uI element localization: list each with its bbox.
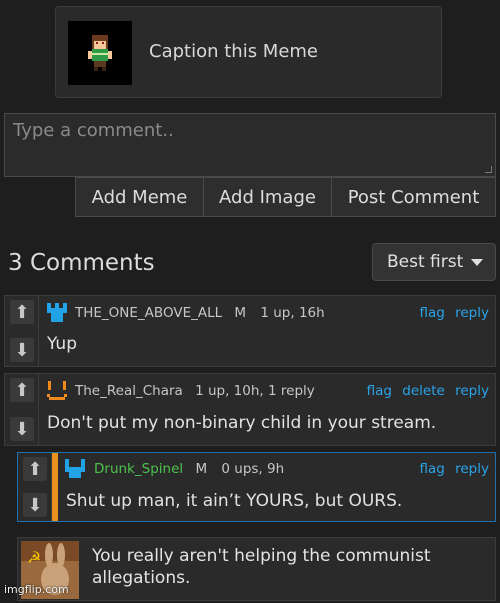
comment-meta: Drunk_Spinel M 0 ups, 9h bbox=[94, 461, 284, 477]
reply-link[interactable]: reply bbox=[455, 305, 489, 321]
delete-link[interactable]: delete bbox=[402, 383, 445, 399]
vote-controls: ⬆ ⬇ bbox=[18, 453, 52, 521]
comment-meta: The_Real_Chara 1 up, 10h, 1 reply bbox=[75, 383, 315, 399]
comment-username[interactable]: THE_ONE_ABOVE_ALL bbox=[75, 305, 222, 321]
comment-actions: flag delete reply bbox=[361, 383, 489, 399]
comment-stats: 1 up, 16h bbox=[260, 305, 325, 321]
comments-count-title: 3 Comments bbox=[8, 250, 155, 276]
chevron-down-icon bbox=[471, 258, 484, 266]
image-comment-line: You really aren't helping the communist bbox=[92, 546, 431, 566]
upvote-arrow-icon[interactable]: ⬆ bbox=[10, 378, 34, 402]
flag-link[interactable]: flag bbox=[419, 305, 444, 321]
comment-username[interactable]: The_Real_Chara bbox=[75, 383, 183, 399]
comment-input[interactable]: Type a comment.. bbox=[4, 113, 496, 177]
comment-stats: 0 ups, 9h bbox=[221, 461, 285, 477]
image-comment-text: You really aren't helping the communist … bbox=[92, 545, 431, 589]
comment-item: ⬆ ⬇ THE_ONE_ABOVE_ALL M 1 up, 16h flag r… bbox=[4, 295, 496, 367]
mod-badge: M bbox=[234, 305, 247, 321]
comment-stats: 1 up, 10h, 1 reply bbox=[195, 383, 315, 399]
reply-comment-item: ⬆ ⬇ Drunk_Spinel M 0 ups, 9h flag reply … bbox=[17, 452, 496, 522]
svg-text:☭: ☭ bbox=[27, 548, 41, 567]
reply-link[interactable]: reply bbox=[455, 461, 489, 477]
comment-actions: flag reply bbox=[413, 461, 489, 477]
flag-link[interactable]: flag bbox=[367, 383, 392, 399]
comment-action-buttons: Add Meme Add Image Post Comment bbox=[75, 177, 496, 217]
flag-link[interactable]: flag bbox=[419, 461, 444, 477]
caption-meme-card[interactable]: Caption this Meme bbox=[55, 6, 442, 98]
upvote-arrow-icon[interactable]: ⬆ bbox=[23, 457, 47, 481]
comment-actions: flag reply bbox=[413, 305, 489, 321]
downvote-arrow-icon[interactable]: ⬇ bbox=[10, 417, 34, 441]
comment-text: Shut up man, it ain’t YOURS, but OURS. bbox=[66, 491, 403, 511]
add-image-button[interactable]: Add Image bbox=[204, 178, 332, 216]
meme-thumbnail bbox=[68, 21, 132, 85]
add-meme-button[interactable]: Add Meme bbox=[76, 178, 204, 216]
comment-meta: THE_ONE_ABOVE_ALL M 1 up, 16h bbox=[75, 305, 325, 321]
vote-controls: ⬆ ⬇ bbox=[5, 296, 39, 366]
comment-text: Yup bbox=[47, 334, 77, 354]
user-avatar-icon[interactable] bbox=[46, 301, 68, 323]
downvote-arrow-icon[interactable]: ⬇ bbox=[23, 493, 47, 517]
op-indicator-bar bbox=[52, 453, 58, 521]
resize-grip-icon[interactable] bbox=[485, 166, 492, 173]
downvote-arrow-icon[interactable]: ⬇ bbox=[10, 338, 34, 362]
image-comment: ☭ You really aren't helping the communis… bbox=[17, 537, 496, 601]
pixel-character-icon bbox=[88, 35, 112, 71]
sort-select[interactable]: Best first bbox=[372, 243, 496, 281]
upvote-arrow-icon[interactable]: ⬆ bbox=[10, 300, 34, 324]
comment-item: ⬆ ⬇ The_Real_Chara 1 up, 10h, 1 reply fl… bbox=[4, 373, 496, 446]
user-avatar-icon[interactable] bbox=[46, 379, 68, 401]
image-comment-line: allegations. bbox=[92, 568, 191, 588]
comment-input-placeholder: Type a comment.. bbox=[13, 120, 174, 141]
reply-link[interactable]: reply bbox=[455, 383, 489, 399]
user-avatar-icon[interactable] bbox=[64, 457, 86, 479]
comment-username[interactable]: Drunk_Spinel bbox=[94, 461, 183, 477]
sort-select-value: Best first bbox=[387, 252, 464, 272]
comment-text: Don't put my non-binary child in your st… bbox=[47, 413, 437, 433]
mod-badge: M bbox=[195, 461, 208, 477]
caption-meme-label: Caption this Meme bbox=[149, 41, 319, 62]
post-comment-button[interactable]: Post Comment bbox=[332, 178, 495, 216]
vote-controls: ⬆ ⬇ bbox=[5, 374, 39, 445]
imgflip-watermark: imgflip.com bbox=[4, 583, 69, 596]
